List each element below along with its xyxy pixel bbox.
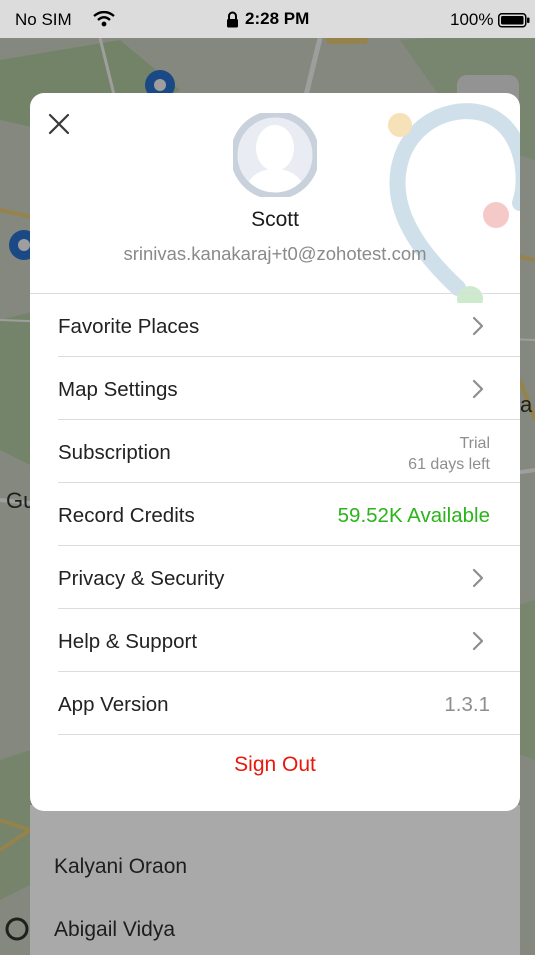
- divider: [58, 734, 520, 735]
- menu-item-label: Favorite Places: [58, 315, 200, 338]
- nearby-list: Kalyani Oraon Abigail Vidya: [30, 805, 520, 955]
- divider: [58, 482, 520, 483]
- menu-item-privacy-security[interactable]: Privacy & Security: [58, 547, 520, 609]
- menu-item-label: App Version: [58, 693, 169, 716]
- menu-item-label: Subscription: [58, 441, 171, 464]
- subscription-plan: Trial: [459, 435, 490, 452]
- clock-label: 2:28 PM: [245, 9, 310, 28]
- chevron-right-icon: [472, 568, 484, 588]
- sign-out-button[interactable]: Sign Out: [30, 753, 520, 777]
- account-sheet: Scott srinivas.kanakaraj+t0@zohotest.com…: [30, 93, 520, 811]
- divider: [58, 545, 520, 546]
- carrier-label: No SIM: [15, 10, 72, 29]
- menu-item-label: Record Credits: [58, 504, 195, 527]
- divider: [58, 419, 520, 420]
- screen: Gu a No SIM 2:28 PM 100% Kalyani Oraon A…: [0, 0, 535, 955]
- divider: [58, 671, 520, 672]
- close-icon[interactable]: [44, 109, 74, 139]
- menu-item-app-version: App Version 1.3.1: [58, 673, 520, 735]
- menu-item-label: Help & Support: [58, 630, 198, 653]
- chevron-right-icon: [472, 316, 484, 336]
- status-bar: No SIM 2:28 PM 100%: [0, 0, 535, 38]
- subscription-status: Trial 61 days left: [408, 433, 490, 475]
- avatar: [233, 113, 317, 197]
- menu-item-subscription[interactable]: Subscription Trial 61 days left: [58, 421, 520, 483]
- divider: [30, 293, 520, 294]
- app-version-value: 1.3.1: [444, 693, 490, 716]
- wifi-icon: [93, 11, 115, 27]
- divider: [58, 608, 520, 609]
- subscription-days-left: 61 days left: [408, 456, 490, 473]
- user-email: srinivas.kanakaraj+t0@zohotest.com: [123, 243, 427, 264]
- location-pin-watermark-icon: [388, 103, 520, 303]
- battery-percent: 100%: [450, 10, 494, 29]
- menu-item-record-credits[interactable]: Record Credits 59.52K Available: [58, 484, 520, 546]
- map-label: a: [520, 392, 533, 417]
- divider: [58, 356, 520, 357]
- user-name: Scott: [251, 208, 299, 231]
- list-item[interactable]: Kalyani Oraon: [54, 855, 187, 879]
- record-credits-value: 59.52K Available: [337, 504, 490, 527]
- chevron-right-icon: [472, 631, 484, 651]
- chevron-right-icon: [472, 379, 484, 399]
- menu-item-label: Map Settings: [58, 378, 178, 401]
- menu-item-favorite-places[interactable]: Favorite Places: [58, 295, 520, 357]
- status-time: 2:28 PM: [226, 9, 309, 29]
- menu-item-help-support[interactable]: Help & Support: [58, 610, 520, 672]
- list-item[interactable]: Abigail Vidya: [54, 918, 175, 942]
- lock-icon: [227, 11, 238, 27]
- battery-icon: [498, 13, 530, 28]
- menu-item-map-settings[interactable]: Map Settings: [58, 358, 520, 420]
- menu-item-label: Privacy & Security: [58, 567, 225, 590]
